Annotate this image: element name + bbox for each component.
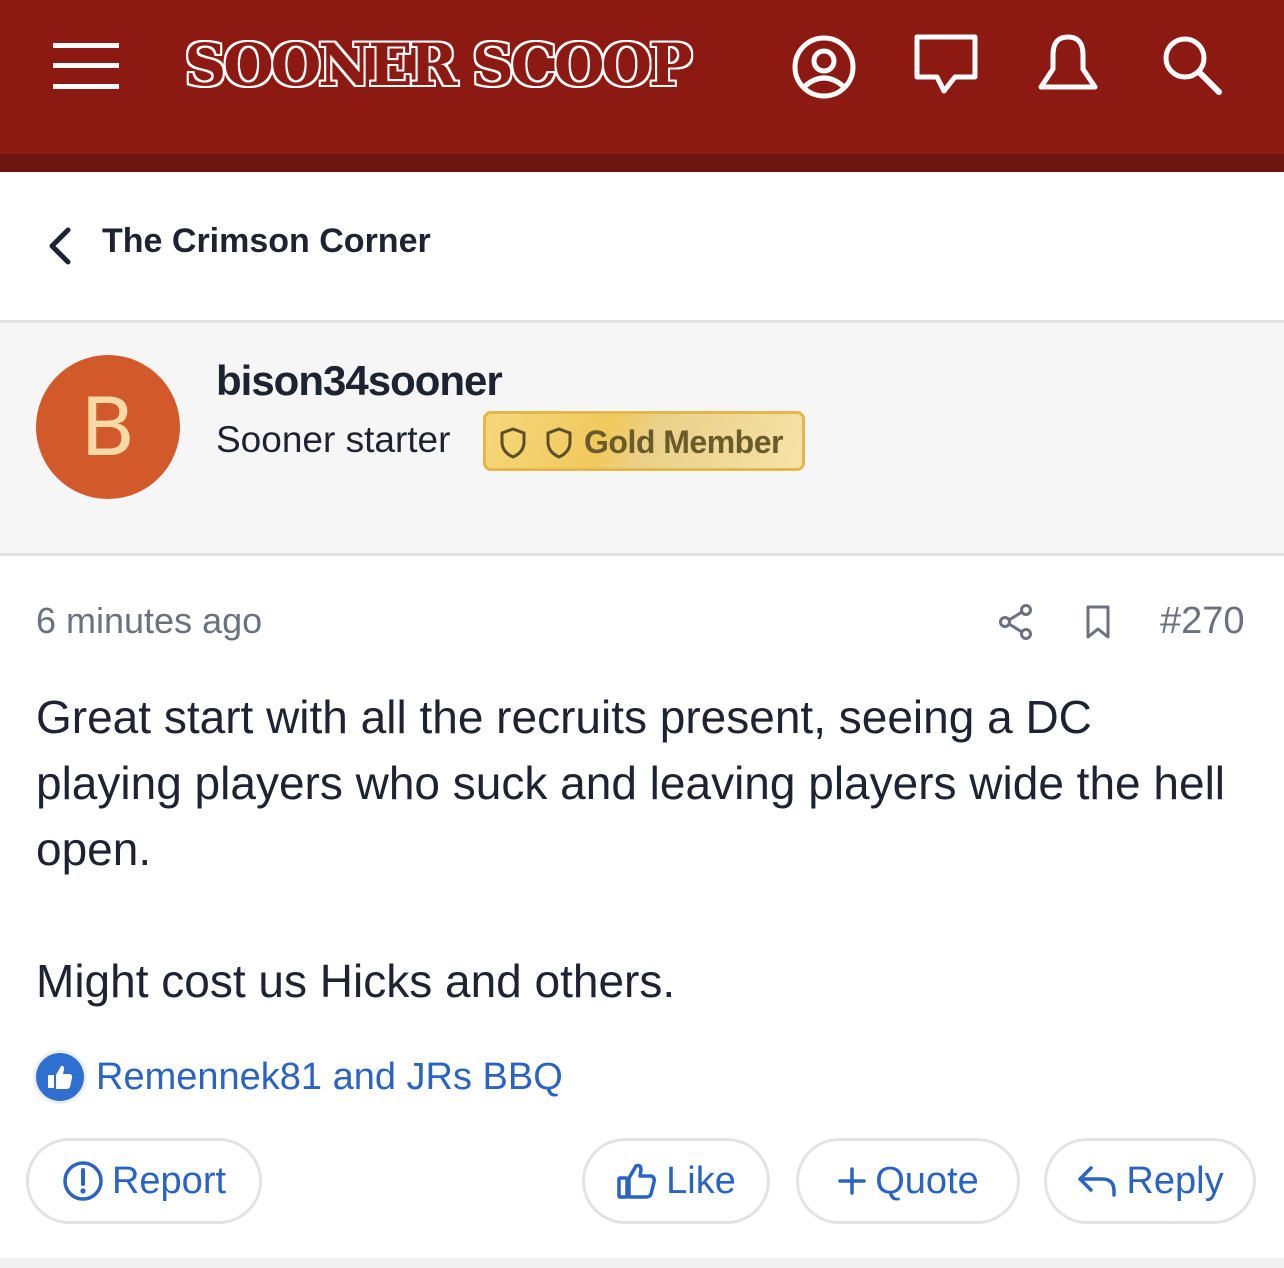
post-author-panel: B bison34sooner Sooner starter Gold Memb… xyxy=(0,320,1284,556)
avatar[interactable]: B xyxy=(36,355,180,499)
chat-icon xyxy=(914,34,978,94)
post-number-link[interactable]: #270 xyxy=(1160,600,1245,643)
share-button[interactable] xyxy=(994,600,1038,644)
chevron-left-icon xyxy=(49,227,71,265)
post-paragraph: Great start with all the recruits presen… xyxy=(36,691,1226,875)
top-nav-bar: SOONER SCOOP xyxy=(0,0,1284,172)
profile-icon xyxy=(792,35,856,99)
likes-users-link[interactable]: Remennek81 and JRs BBQ xyxy=(96,1056,563,1099)
alerts-button[interactable] xyxy=(1030,30,1106,100)
reply-arrow-icon xyxy=(1078,1166,1117,1197)
bell-icon xyxy=(1038,34,1098,90)
forum-name-link[interactable]: The Crimson Corner xyxy=(102,222,431,261)
like-button[interactable]: Like xyxy=(582,1138,770,1224)
like-reaction-icon xyxy=(36,1053,84,1101)
alert-circle-icon xyxy=(63,1161,103,1201)
conversations-button[interactable] xyxy=(908,30,984,100)
site-logo[interactable]: SOONER SCOOP xyxy=(184,30,692,100)
reply-button[interactable]: Reply xyxy=(1044,1138,1256,1224)
back-button[interactable] xyxy=(40,218,76,274)
gold-member-badge: Gold Member xyxy=(483,411,805,471)
shield-icon xyxy=(500,427,526,459)
post-divider xyxy=(0,1258,1284,1268)
post-content: Great start with all the recruits presen… xyxy=(36,684,1246,1014)
username-link[interactable]: bison34sooner xyxy=(216,357,503,405)
plus-icon xyxy=(838,1167,866,1195)
profile-button[interactable] xyxy=(786,32,862,102)
menu-icon xyxy=(53,43,119,89)
reply-label: Reply xyxy=(1126,1159,1224,1202)
search-icon xyxy=(1163,36,1222,95)
nav-bar-shadow xyxy=(0,154,1284,172)
reactions-summary[interactable]: Remennek81 and JRs BBQ xyxy=(36,1050,563,1104)
bookmark-button[interactable] xyxy=(1078,600,1118,644)
breadcrumb: The Crimson Corner xyxy=(0,172,1284,320)
report-button[interactable]: Report xyxy=(26,1138,262,1224)
badge-label: Gold Member xyxy=(584,424,783,460)
bookmark-icon xyxy=(1086,605,1110,639)
post-timestamp[interactable]: 6 minutes ago xyxy=(36,600,262,642)
thumbs-up-icon xyxy=(617,1163,657,1199)
user-title: Sooner starter xyxy=(216,419,451,460)
search-button[interactable] xyxy=(1154,30,1230,100)
menu-button[interactable] xyxy=(48,36,124,96)
like-label: Like xyxy=(666,1159,736,1202)
post-paragraph: Might cost us Hicks and others. xyxy=(36,955,676,1007)
quote-label: Quote xyxy=(875,1159,979,1202)
shield-icon xyxy=(546,427,572,459)
share-icon xyxy=(999,604,1032,640)
report-label: Report xyxy=(111,1159,227,1202)
thumbs-up-icon xyxy=(48,1065,73,1089)
quote-button[interactable]: Quote xyxy=(796,1138,1020,1224)
